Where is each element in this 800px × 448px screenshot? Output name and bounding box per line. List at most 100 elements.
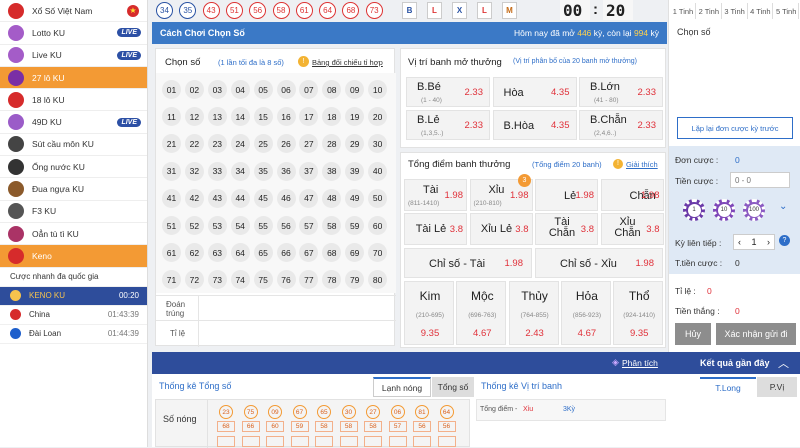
- repeat-bet-button[interactable]: Lặp lại đơn cược kỳ trước: [677, 117, 793, 139]
- number-ball[interactable]: 75: [253, 270, 273, 290]
- number-ball[interactable]: 37: [299, 161, 319, 181]
- number-ball[interactable]: 17: [299, 107, 319, 127]
- element-bet-cell[interactable]: Hỏa (856-923) 4.67: [560, 281, 611, 345]
- keno-sub-item[interactable]: China 01:43:39: [0, 306, 147, 325]
- bet-chip[interactable]: 100: [743, 199, 765, 221]
- number-ball[interactable]: 77: [299, 270, 319, 290]
- number-ball[interactable]: 28: [322, 134, 342, 154]
- sidebar-item[interactable]: Xổ Số Việt Nam ★: [0, 0, 147, 23]
- number-ball[interactable]: 54: [230, 216, 250, 235]
- number-ball[interactable]: 38: [322, 161, 342, 181]
- total-combo-cell[interactable]: Tài Chẵn 3.8: [535, 213, 598, 245]
- number-ball[interactable]: 62: [184, 243, 204, 263]
- decrement-icon[interactable]: ‹: [738, 237, 741, 247]
- position-bet-cell[interactable]: B.Lẻ (1,3,5..) 2.33: [406, 110, 490, 140]
- number-ball[interactable]: 71: [162, 270, 181, 290]
- number-ball[interactable]: 65: [253, 243, 273, 263]
- number-ball[interactable]: 31: [162, 161, 181, 181]
- number-ball[interactable]: 66: [276, 243, 296, 263]
- sidebar-item[interactable]: Sút cầu môn KU: [0, 134, 147, 157]
- chevron-down-icon[interactable]: ⌄: [779, 201, 787, 212]
- bet-chip[interactable]: 10: [713, 199, 735, 221]
- number-ball[interactable]: 22: [184, 134, 204, 154]
- sidebar-item[interactable]: 27 lô KU: [0, 66, 147, 90]
- index-bet-cell[interactable]: Chỉ số - Xỉu 1.98: [535, 248, 663, 278]
- number-ball[interactable]: 39: [345, 161, 365, 181]
- number-ball[interactable]: 61: [162, 243, 181, 263]
- number-ball[interactable]: 48: [322, 188, 342, 208]
- number-ball[interactable]: 69: [345, 243, 365, 263]
- number-ball[interactable]: 12: [184, 107, 204, 127]
- bet-amount-input[interactable]: [730, 172, 790, 188]
- number-ball[interactable]: 78: [322, 270, 342, 290]
- number-ball[interactable]: 35: [253, 161, 273, 181]
- number-ball[interactable]: 43: [207, 188, 227, 208]
- position-bet-cell[interactable]: B.Hòa 4.35: [492, 110, 577, 140]
- sidebar-item[interactable]: Keno: [0, 245, 147, 268]
- sidebar-item[interactable]: Ống nước KU: [0, 156, 147, 179]
- number-ball[interactable]: 55: [253, 216, 273, 235]
- keno-sub-item[interactable]: Đài Loan 01:44:39: [0, 325, 147, 344]
- number-ball[interactable]: 56: [276, 216, 296, 235]
- number-ball[interactable]: 41: [162, 188, 181, 208]
- total-bet-cell[interactable]: Lẻ 1.98: [535, 179, 598, 211]
- explain-link[interactable]: Giải thích: [626, 160, 658, 169]
- number-ball[interactable]: 68: [322, 243, 342, 263]
- help-icon[interactable]: ?: [779, 235, 790, 246]
- total-bet-cell[interactable]: Chẵn 1.98: [600, 179, 664, 211]
- element-bet-cell[interactable]: Thổ (924-1410) 9.35: [613, 281, 664, 345]
- number-ball[interactable]: 51: [162, 216, 181, 235]
- tab-tinh[interactable]: 1 Tinh: [671, 3, 696, 19]
- number-ball[interactable]: 16: [276, 107, 296, 127]
- number-ball[interactable]: 08: [322, 80, 342, 99]
- number-ball[interactable]: 64: [230, 243, 250, 263]
- number-ball[interactable]: 49: [345, 188, 365, 208]
- cancel-button[interactable]: Hủy: [675, 323, 711, 345]
- number-ball[interactable]: 44: [230, 188, 250, 208]
- keno-sub-item[interactable]: Cược nhanh đa quốc gia: [0, 268, 147, 287]
- sidebar-item[interactable]: 18 lô KU: [0, 89, 147, 112]
- tab-p-vi[interactable]: P.Vị: [757, 377, 797, 397]
- number-ball[interactable]: 73: [207, 270, 227, 290]
- number-ball[interactable]: 13: [207, 107, 227, 127]
- number-ball[interactable]: 45: [253, 188, 273, 208]
- number-ball[interactable]: 74: [230, 270, 250, 290]
- element-bet-cell[interactable]: Thủy (764-855) 2.43: [508, 281, 559, 345]
- total-bet-cell[interactable]: Tài (811-1410) 1.98: [404, 179, 467, 211]
- sidebar-item[interactable]: Oẳn tù tì KU: [0, 223, 147, 246]
- number-ball[interactable]: 01: [162, 80, 181, 99]
- continuous-stepper[interactable]: ‹ 1 ›: [733, 234, 775, 250]
- number-ball[interactable]: 36: [276, 161, 296, 181]
- number-ball[interactable]: 05: [253, 80, 273, 99]
- number-ball[interactable]: 57: [299, 216, 319, 235]
- number-ball[interactable]: 33: [207, 161, 227, 181]
- number-ball[interactable]: 59: [345, 216, 365, 235]
- number-ball[interactable]: 20: [368, 107, 388, 127]
- number-ball[interactable]: 58: [322, 216, 342, 235]
- keno-sub-item[interactable]: KENO KU 00:20: [0, 286, 147, 306]
- sidebar-item[interactable]: Lotto KU LIVE: [0, 22, 147, 45]
- number-ball[interactable]: 72: [184, 270, 204, 290]
- number-ball[interactable]: 79: [345, 270, 365, 290]
- tab-tinh[interactable]: 5 Tinh: [774, 3, 800, 19]
- number-ball[interactable]: 09: [345, 80, 365, 99]
- tab-tinh[interactable]: 2 Tinh: [696, 3, 722, 19]
- bet-chip[interactable]: 1: [683, 199, 705, 221]
- tab-tinh[interactable]: 3 Tinh: [722, 3, 748, 19]
- number-ball[interactable]: 06: [276, 80, 296, 99]
- combination-table-link[interactable]: Bảng đối chiếu tỉ hợp: [312, 58, 383, 67]
- element-bet-cell[interactable]: Mộc (696-763) 4.67: [456, 281, 507, 345]
- position-bet-cell[interactable]: B.Bé (1 - 40) 2.33: [406, 77, 490, 107]
- number-ball[interactable]: 10: [368, 80, 388, 99]
- number-ball[interactable]: 14: [230, 107, 250, 127]
- number-ball[interactable]: 40: [368, 161, 388, 181]
- total-combo-cell[interactable]: Tài Lẻ 3.8: [404, 213, 467, 245]
- confirm-button[interactable]: Xác nhận gửi đi: [716, 323, 796, 345]
- tab-t-long[interactable]: T.Long: [700, 377, 756, 397]
- number-ball[interactable]: 34: [230, 161, 250, 181]
- number-ball[interactable]: 21: [162, 134, 181, 154]
- analysis-link[interactable]: Phân tích: [622, 358, 658, 368]
- number-ball[interactable]: 29: [345, 134, 365, 154]
- number-ball[interactable]: 70: [368, 243, 388, 263]
- number-ball[interactable]: 53: [207, 216, 227, 235]
